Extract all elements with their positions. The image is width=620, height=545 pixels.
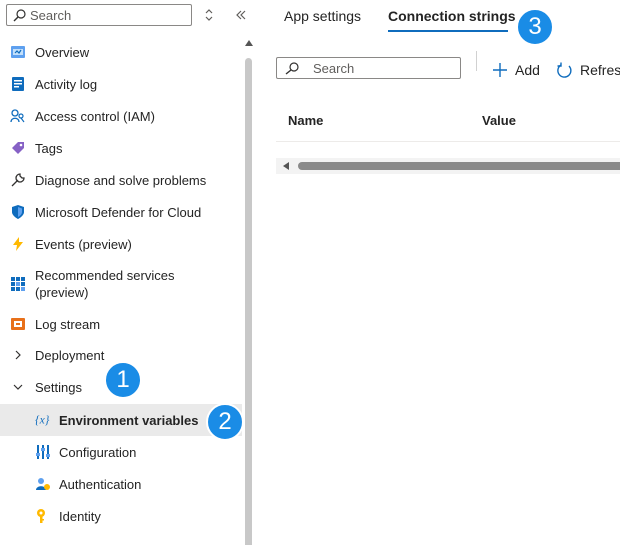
column-header-name[interactable]: Name: [288, 113, 323, 128]
menu-item-label: Diagnose and solve problems: [35, 172, 207, 188]
menu-item-label: Activity log: [35, 76, 98, 92]
add-button[interactable]: Add: [492, 59, 540, 81]
active-tab-indicator: [388, 30, 508, 32]
search-icon: [285, 62, 299, 75]
filter-search-input[interactable]: [313, 60, 453, 76]
identity-key-icon: [35, 508, 51, 524]
svg-text:{x}: {x}: [35, 415, 50, 427]
menu-item-defender[interactable]: Microsoft Defender for Cloud: [0, 197, 242, 227]
scroll-up-arrow-icon[interactable]: [245, 40, 253, 46]
menu-item-log-stream[interactable]: Log stream: [0, 309, 242, 339]
toolbar-separator: [476, 51, 477, 71]
menu-item-activity-log[interactable]: Activity log: [0, 69, 242, 99]
column-header-value[interactable]: Value: [482, 113, 516, 128]
menu-item-configuration[interactable]: Configuration: [0, 437, 242, 467]
step-callout-1: 1: [104, 361, 142, 399]
menu-item-label: Overview: [35, 44, 90, 60]
resource-menu: Overview Activity log Access control (IA…: [0, 0, 256, 545]
backup-icon: [35, 540, 51, 545]
menu-item-partial[interactable]: [0, 533, 242, 545]
refresh-button[interactable]: Refresh: [556, 59, 620, 81]
menu-item-label: Environment variables: [59, 412, 199, 428]
menu-item-events[interactable]: Events (preview): [0, 229, 242, 259]
tab-connection-strings[interactable]: Connection strings: [388, 8, 516, 24]
horizontal-scrollbar[interactable]: [276, 158, 620, 174]
menu-item-label: Events (preview): [35, 236, 132, 252]
tag-icon: [10, 140, 26, 156]
step-callout-3: 3: [516, 8, 554, 46]
menu-item-overview[interactable]: Overview: [0, 37, 242, 67]
table-divider: [276, 141, 620, 142]
refresh-icon: [557, 62, 572, 78]
menu-item-tags[interactable]: Tags: [0, 133, 242, 163]
configuration-icon: [35, 444, 51, 460]
lightning-icon: [10, 236, 26, 252]
menu-item-label: Deployment: [35, 347, 105, 363]
search-icon: [13, 9, 26, 22]
menu-search-input[interactable]: [30, 7, 185, 23]
plus-icon: [493, 63, 507, 77]
refresh-button-label: Refresh: [580, 62, 620, 78]
iam-icon: [10, 108, 26, 124]
wrench-icon: [10, 172, 26, 188]
scroll-left-arrow-icon[interactable]: [283, 162, 289, 170]
add-button-label: Add: [515, 62, 540, 78]
menu-item-access-control[interactable]: Access control (IAM): [0, 101, 242, 131]
sort-icon[interactable]: [203, 8, 215, 22]
menu-search-box[interactable]: [6, 4, 192, 26]
menu-item-label: Access control (IAM): [35, 108, 155, 124]
variables-icon: {x}: [35, 412, 51, 428]
activity-log-icon: [10, 76, 26, 92]
menu-item-label: Identity: [59, 508, 101, 524]
menu-item-label: Recommended services (preview): [35, 268, 175, 300]
menu-item-label: Settings: [35, 379, 82, 395]
menu-item-label: Log stream: [35, 316, 101, 332]
menu-item-label: Tags: [35, 140, 63, 156]
menu-item-identity[interactable]: Identity: [0, 501, 242, 531]
menu-item-label: Microsoft Defender for Cloud: [35, 204, 202, 220]
log-stream-icon: [10, 316, 26, 332]
authentication-icon: [35, 476, 51, 492]
menu-item-label: Authentication: [59, 476, 142, 492]
menu-item-recommended-services[interactable]: Recommended services (preview): [0, 264, 242, 304]
scrollbar-thumb[interactable]: [245, 58, 252, 545]
step-callout-2: 2: [206, 403, 244, 441]
grid-icon: [10, 276, 26, 292]
menu-item-diagnose[interactable]: Diagnose and solve problems: [0, 165, 242, 195]
tab-app-settings[interactable]: App settings: [284, 8, 361, 24]
overview-icon: [10, 44, 26, 60]
filter-search-box[interactable]: [276, 57, 461, 79]
chevron-right-icon[interactable]: [10, 347, 26, 363]
scrollbar-thumb[interactable]: [298, 162, 620, 170]
content-pane: App settings Connection strings Add Refr…: [256, 0, 620, 545]
collapse-menu-icon[interactable]: [234, 8, 248, 22]
menu-item-authentication[interactable]: Authentication: [0, 469, 242, 499]
shield-icon: [10, 204, 26, 220]
menu-item-label: Configuration: [59, 444, 137, 460]
menu-scrollbar[interactable]: [243, 38, 255, 545]
chevron-down-icon[interactable]: [10, 379, 26, 395]
